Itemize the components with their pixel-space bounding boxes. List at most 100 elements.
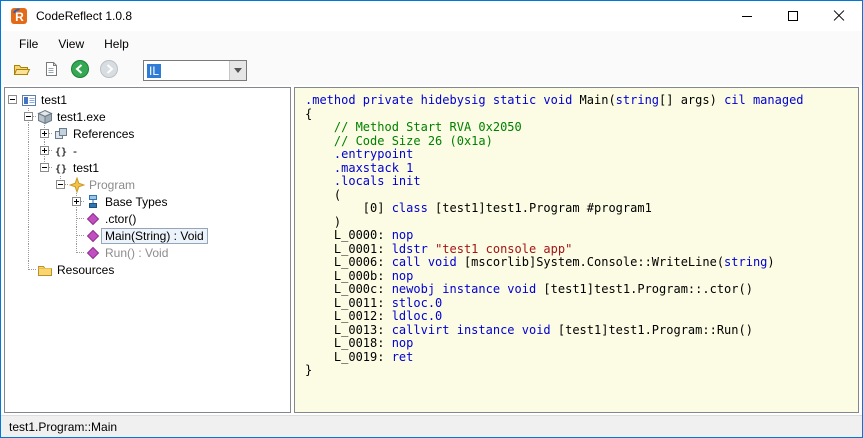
tree-guide: [21, 244, 37, 261]
tree-expander[interactable]: [37, 125, 53, 142]
tree-item-main-string-void[interactable]: Main(String) : Void: [5, 227, 290, 244]
assembly-info-button[interactable]: [38, 59, 64, 83]
forward-button[interactable]: [96, 59, 122, 83]
code-line: .method private hidebysig static void Ma…: [305, 93, 804, 107]
code-view[interactable]: .method private hidebysig static void Ma…: [294, 87, 859, 413]
tree-guide: [21, 227, 37, 244]
tree-guide: [21, 193, 37, 210]
expand-icon[interactable]: [40, 129, 49, 138]
menu-item-file[interactable]: File: [9, 31, 48, 56]
code-line: .entrypoint: [305, 147, 414, 161]
tree-item-label: Base Types: [105, 194, 168, 209]
tree-guide: [53, 193, 69, 210]
title-bar[interactable]: R CodeReflect 1.0.8: [1, 1, 862, 31]
tree-guide: [37, 176, 53, 193]
document-icon: [43, 61, 59, 80]
assembly-tree-panel[interactable]: test1 test1.exe References{} -{} test1 Progra…: [4, 87, 291, 413]
tree-guide: [5, 261, 21, 278]
tree-connector: [69, 210, 85, 227]
tree-item-label: test1: [73, 160, 100, 175]
tree-expander[interactable]: [37, 159, 53, 176]
toolbar-buttons: [9, 59, 122, 83]
code-line: L_000b: nop: [305, 268, 414, 283]
tree-expander[interactable]: [69, 193, 85, 210]
tree-expander[interactable]: [53, 176, 69, 193]
tree-guide: [53, 227, 69, 244]
tree-guide: [5, 210, 21, 227]
code-line: // Code Size 26 (0x1a): [305, 133, 493, 148]
namespace-icon: {}: [53, 143, 69, 159]
menu-item-view[interactable]: View: [48, 31, 94, 56]
svg-text:{}: {}: [55, 164, 67, 175]
tree-item-program[interactable]: Program: [5, 176, 290, 193]
tree-guide: [21, 159, 37, 176]
tree-item-label: Run() : Void: [105, 245, 169, 260]
code-line: [0] class [test1]test1.Program #program1: [305, 201, 652, 215]
tree-item-label: .ctor(): [105, 211, 137, 226]
tree-guide: [5, 176, 21, 193]
tree-guide: [53, 244, 69, 261]
close-button[interactable]: [816, 1, 862, 31]
collapse-icon[interactable]: [40, 163, 49, 172]
tree-item-test1-exe[interactable]: test1.exe: [5, 108, 290, 125]
menu-bar: File View Help: [1, 31, 862, 56]
tree-item-label: -: [73, 143, 77, 158]
code-line: L_0001: ldstr "test1 console app": [305, 241, 573, 256]
menu-item-help[interactable]: Help: [94, 31, 139, 56]
tree-item-test1[interactable]: {} test1: [5, 159, 290, 176]
svg-text:R: R: [15, 10, 24, 24]
tree-guide: [37, 244, 53, 261]
tree-guide: [5, 142, 21, 159]
collapse-icon[interactable]: [24, 112, 33, 121]
expand-icon[interactable]: [72, 197, 81, 206]
tree-guide: [5, 125, 21, 142]
tree-expander[interactable]: [21, 108, 37, 125]
code-line: L_0013: callvirt instance void [test1]te…: [305, 322, 753, 337]
method-icon: [85, 228, 101, 244]
language-combobox[interactable]: IL: [143, 60, 247, 81]
expand-icon[interactable]: [40, 146, 49, 155]
tree-item-ctor[interactable]: .ctor(): [5, 210, 290, 227]
app-logo-icon: R: [10, 7, 28, 25]
tree-item-test1[interactable]: test1: [5, 91, 290, 108]
tree-item-node[interactable]: {} -: [5, 142, 290, 159]
minimize-button[interactable]: [724, 1, 770, 31]
tree-guide: [21, 142, 37, 159]
maximize-icon: [788, 11, 798, 21]
code-line: L_000c: newobj instance void [test1]test…: [305, 282, 753, 296]
open-assembly-button[interactable]: [9, 59, 35, 83]
tree-guide: [5, 227, 21, 244]
open-folder-icon: [13, 61, 31, 80]
collapse-icon[interactable]: [56, 180, 65, 189]
language-combobox-value: IL: [147, 63, 162, 78]
tree-item-resources[interactable]: Resources: [5, 261, 290, 278]
tree-expander[interactable]: [5, 91, 21, 108]
code-line: L_0011: stloc.0: [305, 295, 443, 310]
combobox-dropdown-button[interactable]: [229, 61, 246, 80]
tree-item-label: Resources: [57, 262, 115, 277]
class-icon: [69, 176, 85, 193]
code-line: L_0018: nop: [305, 336, 414, 350]
tree-guide: [5, 193, 21, 210]
status-bar: test1.Program::Main: [1, 415, 862, 437]
collapse-icon[interactable]: [8, 95, 17, 104]
tree-guide: [21, 210, 37, 227]
code-line: ): [305, 214, 342, 229]
folder-icon: [37, 262, 53, 278]
close-icon: [833, 10, 845, 22]
tree-item-label: test1: [41, 92, 68, 107]
forward-arrow-icon: [99, 59, 119, 82]
basetypes-icon: [85, 194, 101, 210]
code-line: L_0006: call void [mscorlib]System.Conso…: [305, 255, 775, 269]
code-line: L_0019: ret: [305, 349, 414, 364]
back-button[interactable]: [67, 59, 93, 83]
method-icon: [85, 211, 101, 227]
tree-expander[interactable]: [37, 142, 53, 159]
tree-item-base-types[interactable]: Base Types: [5, 193, 290, 210]
window-title: CodeReflect 1.0.8: [36, 9, 133, 23]
tree-item-references[interactable]: References: [5, 125, 290, 142]
maximize-button[interactable]: [770, 1, 816, 31]
method-icon: [85, 245, 101, 261]
tree-item-run-void[interactable]: Run() : Void: [5, 244, 290, 261]
tree-item-label: test1.exe: [57, 109, 106, 124]
